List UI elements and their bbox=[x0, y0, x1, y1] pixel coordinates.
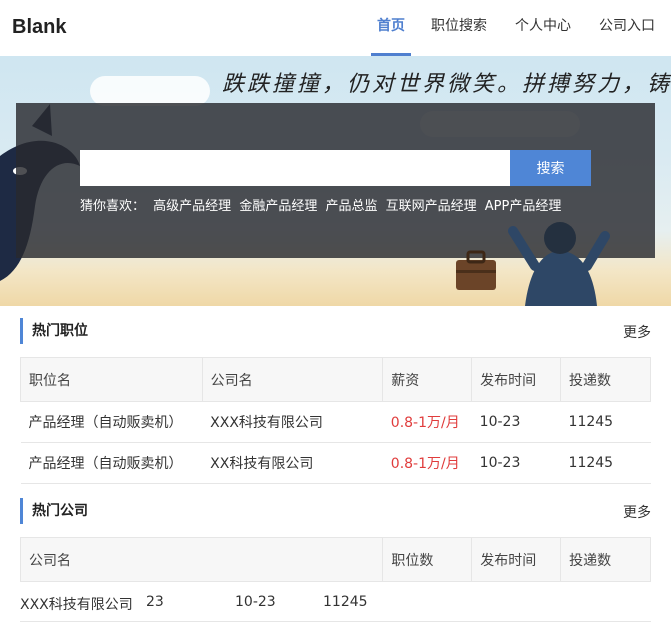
publish-date-cell: 10-23 bbox=[235, 594, 276, 610]
job-search-input[interactable] bbox=[80, 150, 510, 186]
table-row[interactable]: 产品经理（自动贩卖机） XX科技有限公司 0.8-1万/月 10-23 1124… bbox=[20, 442, 651, 484]
nav-company-portal[interactable]: 公司入口 bbox=[599, 0, 655, 56]
guess-label: 猜你喜欢： bbox=[80, 199, 146, 214]
site-logo[interactable]: Blank bbox=[12, 16, 66, 39]
publish-date-cell: 10-23 bbox=[471, 442, 561, 484]
hot-jobs-title: 热门职位 bbox=[20, 318, 88, 344]
column-header: 发布时间 bbox=[471, 537, 562, 582]
column-header: 投递数 bbox=[560, 537, 651, 582]
nav-job-search[interactable]: 职位搜索 bbox=[431, 0, 487, 56]
publish-date-cell: 10-23 bbox=[471, 401, 561, 443]
briefcase-illustration bbox=[456, 250, 496, 290]
keyword-link[interactable]: 互联网产品经理 bbox=[386, 199, 477, 214]
hot-companies-title: 热门公司 bbox=[20, 498, 88, 524]
keyword-link[interactable]: 金融产品经理 bbox=[239, 199, 317, 214]
application-count-cell: 11245 bbox=[560, 442, 651, 484]
table-header-row: 职位名 公司名 薪资 发布时间 投递数 bbox=[20, 357, 651, 402]
cloud-decoration bbox=[90, 76, 210, 106]
table-header-row: 公司名 职位数 发布时间 投递数 bbox=[19, 537, 651, 582]
application-count-cell: 11245 bbox=[560, 401, 651, 443]
banner-slogan: 跌跌撞撞，仍对世界微笑。拼搏努力，铸就 bbox=[222, 72, 671, 97]
hot-companies-table: 公司名 职位数 发布时间 投递数 bbox=[19, 537, 651, 582]
company-name-cell[interactable]: XXX科技有限公司 bbox=[20, 594, 133, 614]
job-count-cell: 23 bbox=[146, 594, 164, 610]
job-name-cell[interactable]: 产品经理（自动贩卖机） bbox=[20, 401, 203, 443]
salary-cell: 0.8-1万/月 bbox=[382, 442, 472, 484]
column-header: 公司名 bbox=[201, 357, 384, 402]
column-header: 发布时间 bbox=[471, 357, 562, 402]
hot-companies-more-link[interactable]: 更多 bbox=[623, 502, 651, 522]
guess-you-like: 猜你喜欢： 高级产品经理 金融产品经理 产品总监 互联网产品经理 APP产品经理 bbox=[80, 195, 565, 214]
company-name-cell[interactable]: XXX科技有限公司 bbox=[202, 401, 383, 443]
keyword-link[interactable]: 高级产品经理 bbox=[153, 199, 231, 214]
nav-home[interactable]: 首页 bbox=[371, 0, 411, 56]
job-name-cell[interactable]: 产品经理（自动贩卖机） bbox=[20, 442, 203, 484]
column-header: 职位数 bbox=[382, 537, 473, 582]
company-name-cell[interactable]: XX科技有限公司 bbox=[202, 442, 383, 484]
application-count-cell: 11245 bbox=[323, 594, 368, 610]
nav-personal-center[interactable]: 个人中心 bbox=[515, 0, 571, 56]
column-header: 公司名 bbox=[19, 537, 384, 582]
salary-cell: 0.8-1万/月 bbox=[382, 401, 472, 443]
column-header: 薪资 bbox=[382, 357, 473, 402]
search-button[interactable]: 搜索 bbox=[510, 150, 591, 186]
keyword-link[interactable]: 产品总监 bbox=[325, 199, 377, 214]
keyword-link[interactable]: APP产品经理 bbox=[485, 199, 562, 214]
column-header: 职位名 bbox=[20, 357, 203, 402]
column-header: 投递数 bbox=[560, 357, 651, 402]
hero-banner: 跌跌撞撞，仍对世界微笑。拼搏努力，铸就 搜索 猜你喜欢： 高级产品经理 金融产品… bbox=[0, 56, 671, 306]
hot-jobs-more-link[interactable]: 更多 bbox=[623, 322, 651, 342]
hot-jobs-table: 职位名 公司名 薪资 发布时间 投递数 产品经理（自动贩卖机） XXX科技有限公… bbox=[20, 357, 651, 484]
row-divider bbox=[20, 621, 651, 622]
table-row[interactable]: 产品经理（自动贩卖机） XXX科技有限公司 0.8-1万/月 10-23 112… bbox=[20, 401, 651, 443]
top-header: Blank 首页 职位搜索 个人中心 公司入口 bbox=[0, 0, 671, 56]
